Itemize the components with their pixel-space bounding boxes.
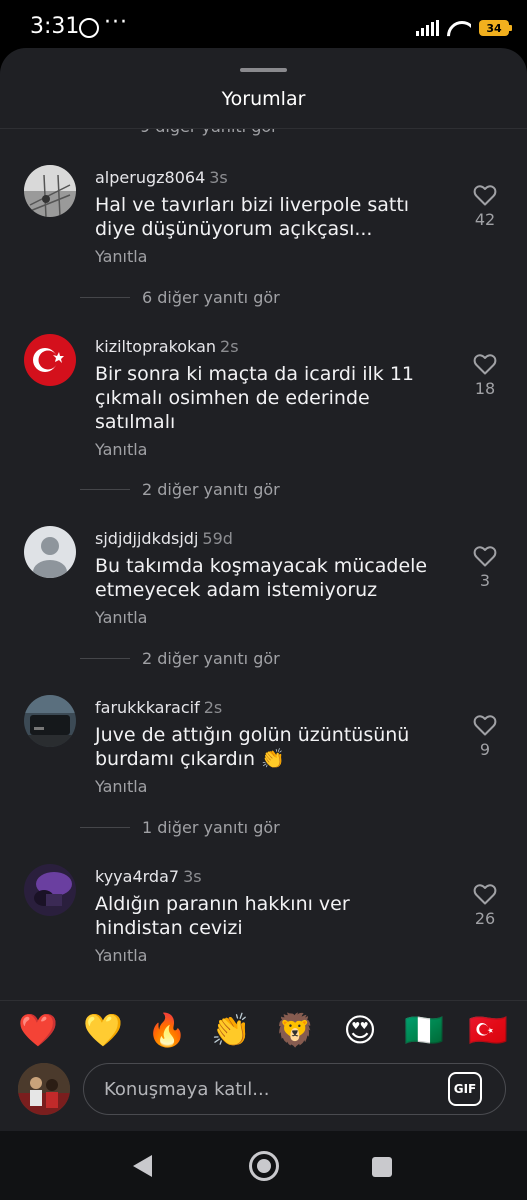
emoji-bar-divider xyxy=(0,1000,527,1001)
heart-icon xyxy=(473,715,497,736)
comment-time: 59d xyxy=(202,529,233,548)
emoji-flag-nigeria[interactable]: 🇳🇬 xyxy=(404,1010,444,1050)
comment-username[interactable]: sjdjdjjdkdsjdj 59d xyxy=(95,529,233,548)
view-replies-text[interactable]: 6 diğer yanıtı gör xyxy=(142,288,280,307)
avatar[interactable] xyxy=(24,864,76,916)
like-count: 9 xyxy=(479,740,491,759)
comment-input[interactable] xyxy=(83,1063,506,1115)
replies-line xyxy=(80,296,130,298)
like-button[interactable]: 18 xyxy=(465,353,505,398)
status-icons: 34 xyxy=(416,17,512,39)
view-replies-link[interactable]: 2 diğer yanıtı gör xyxy=(80,479,280,499)
comment-username[interactable]: alperugz8064 3s xyxy=(95,168,228,187)
comment-text: Bir sonra ki maçta da icardi ilk 11 çıkm… xyxy=(95,363,415,433)
emoji-quick-bar: ❤️ 💛 🔥 👏 🦁 😍 🇳🇬 🇹🇷 xyxy=(0,1010,527,1056)
heart-icon xyxy=(473,884,497,905)
sheet-title: Yorumlar xyxy=(221,88,306,110)
view-replies-text[interactable]: 1 diğer yanıtı gör xyxy=(142,818,280,837)
emoji-flag-turkey[interactable]: 🇹🇷 xyxy=(468,1010,508,1050)
reply-button[interactable]: Yanıtla xyxy=(95,946,147,965)
whatsapp-icon xyxy=(79,18,99,38)
back-icon[interactable] xyxy=(133,1155,152,1177)
current-user-avatar xyxy=(18,1063,70,1115)
avatar[interactable] xyxy=(24,165,76,217)
heart-icon xyxy=(473,354,497,375)
view-replies-link-partial[interactable]: 9 diğer yanıtı gör xyxy=(140,129,278,136)
wifi-icon xyxy=(447,19,471,37)
like-button[interactable]: 42 xyxy=(465,184,505,229)
comments-sheet: Yorumlar 9 diğer yanıtı gör alperugz8064… xyxy=(0,48,527,1131)
emoji-lion[interactable]: 🦁 xyxy=(275,1010,315,1050)
like-count: 26 xyxy=(474,909,496,928)
status-time: 3:31 xyxy=(30,14,80,39)
comment-time: 3s xyxy=(183,867,202,886)
emoji-clapping-hands[interactable]: 👏 xyxy=(211,1010,251,1050)
avatar[interactable] xyxy=(24,334,76,386)
replies-line xyxy=(80,488,130,490)
system-nav-bar xyxy=(0,1131,527,1200)
more-notifications-icon: ··· xyxy=(104,10,128,35)
heart-icon xyxy=(473,546,497,567)
comment-text: Aldığın paranın hakkını ver hindistan ce… xyxy=(95,893,350,939)
emoji-fire[interactable]: 🔥 xyxy=(147,1010,187,1050)
view-replies-link[interactable]: 2 diğer yanıtı gör xyxy=(80,648,280,668)
battery-level: 34 xyxy=(486,21,502,35)
avatar[interactable] xyxy=(24,526,76,578)
like-count: 18 xyxy=(474,379,496,398)
like-button[interactable]: 3 xyxy=(465,545,505,590)
replies-line xyxy=(80,657,130,659)
title-divider xyxy=(0,128,527,129)
signal-icon xyxy=(416,20,439,36)
home-icon[interactable] xyxy=(249,1151,279,1181)
comment-time: 3s xyxy=(209,168,228,187)
view-replies-link[interactable]: 6 diğer yanıtı gör xyxy=(80,287,280,307)
view-replies-text[interactable]: 2 diğer yanıtı gör xyxy=(142,649,280,668)
reply-button[interactable]: Yanıtla xyxy=(95,440,147,459)
reply-button[interactable]: Yanıtla xyxy=(95,247,147,266)
comment-text: Juve de attığın golün üzüntüsünü burdamı… xyxy=(95,724,410,770)
emoji-red-heart[interactable]: ❤️ xyxy=(18,1010,58,1050)
like-count: 42 xyxy=(474,210,496,229)
comment-time: 2s xyxy=(203,698,223,717)
recents-icon[interactable] xyxy=(372,1157,392,1177)
like-button[interactable]: 9 xyxy=(465,714,505,759)
heart-icon xyxy=(473,185,497,206)
avatar[interactable] xyxy=(24,695,76,747)
replies-line xyxy=(80,826,130,828)
battery-icon: 34 xyxy=(479,20,512,36)
reply-button[interactable]: Yanıtla xyxy=(95,608,147,627)
view-replies-link[interactable]: 1 diğer yanıtı gör xyxy=(80,817,280,837)
comment-text: Hal ve tavırları bizi liverpole sattı di… xyxy=(95,194,410,240)
comment-composer: GIF xyxy=(0,1060,527,1120)
comment-username[interactable]: kyya4rda7 3s xyxy=(95,867,202,886)
comment-username[interactable]: kiziltoprakokan 2s xyxy=(95,337,239,356)
like-button[interactable]: 26 xyxy=(465,883,505,928)
emoji-yellow-heart[interactable]: 💛 xyxy=(83,1010,123,1050)
reply-button[interactable]: Yanıtla xyxy=(95,777,147,796)
like-count: 3 xyxy=(479,571,491,590)
sheet-drag-handle[interactable] xyxy=(240,68,287,72)
comment-time: 2s xyxy=(220,337,239,356)
gif-button[interactable]: GIF xyxy=(448,1072,482,1106)
view-replies-text[interactable]: 2 diğer yanıtı gör xyxy=(142,480,280,499)
comment-text: Bu takımda koşmayacak mücadele etmeyecek… xyxy=(95,555,428,601)
gif-label: GIF xyxy=(453,1082,477,1096)
emoji-heart-eyes[interactable]: 😍 xyxy=(340,1010,380,1050)
comment-username[interactable]: farukkkaracif 2s xyxy=(95,698,222,717)
